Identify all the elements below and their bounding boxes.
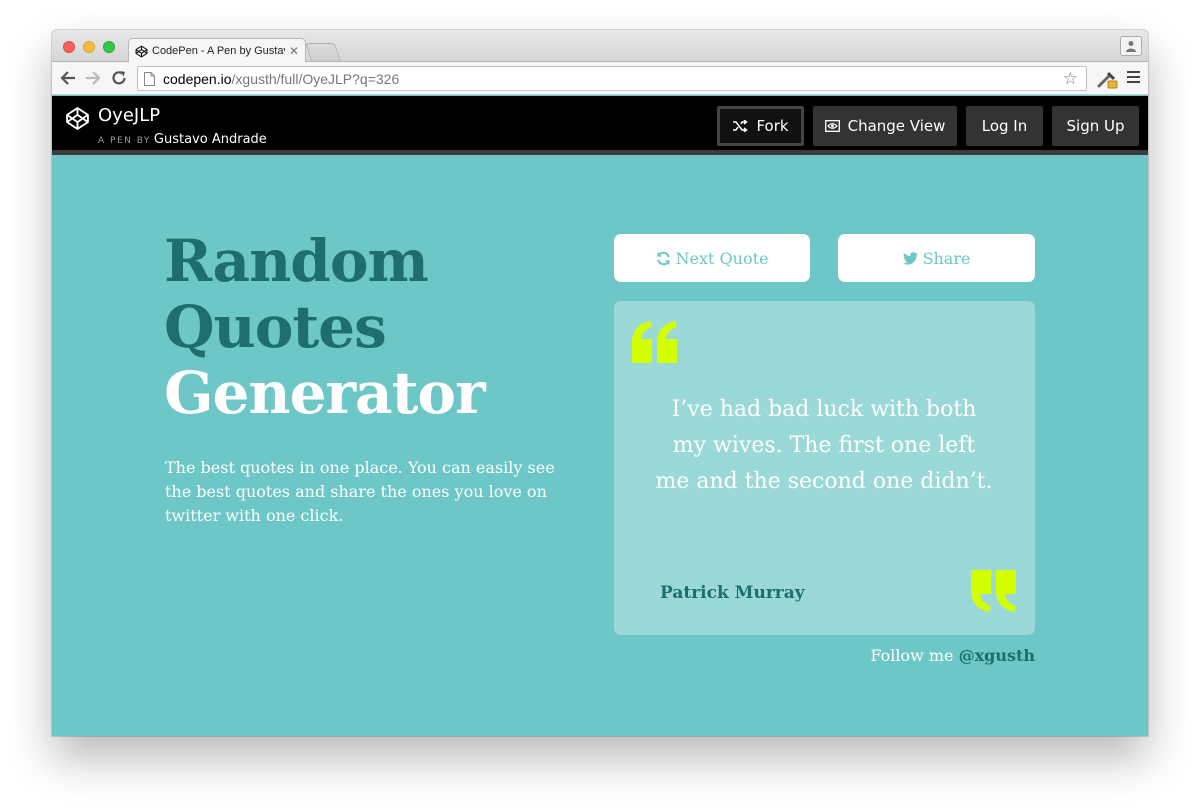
url-path: /xgusth/full/OyeJLP?q=326: [231, 70, 400, 87]
tab-strip: CodePen - A Pen by Gustavo ✕: [52, 30, 1148, 63]
url-domain: codepen.io: [163, 70, 232, 87]
author-link[interactable]: Gustavo Andrade: [154, 132, 267, 147]
pen-preview: Random Quotes Generator The best quotes …: [52, 160, 1148, 736]
close-window-button[interactable]: [63, 41, 75, 53]
signup-label: Sign Up: [1066, 117, 1125, 135]
title-line-quotes: Quotes: [164, 293, 387, 361]
quote-author: Patrick Murray: [660, 583, 805, 603]
follow-line: Follow me @xgusth: [870, 646, 1035, 665]
back-arrow-icon[interactable]: [58, 68, 78, 88]
twitter-handle-link[interactable]: @xgusth: [959, 646, 1035, 665]
fork-button[interactable]: Fork: [717, 106, 804, 146]
browser-window: CodePen - A Pen by Gustavo ✕ codepen.io/…: [52, 30, 1148, 736]
codepen-header: OyeJLP A PEN BY Gustavo Andrade Fork Chan…: [52, 96, 1148, 155]
page-title: Random Quotes Generator: [164, 227, 486, 427]
pen-title[interactable]: OyeJLP: [98, 105, 160, 126]
login-button[interactable]: Log In: [966, 106, 1043, 146]
forward-arrow-icon[interactable]: [83, 68, 103, 88]
new-tab-button[interactable]: [305, 43, 341, 61]
browser-tab[interactable]: CodePen - A Pen by Gustavo ✕: [128, 38, 306, 63]
change-view-label: Change View: [847, 117, 946, 135]
follow-prefix: Follow me: [870, 646, 954, 665]
twitter-bird-icon: [902, 251, 918, 265]
refresh-icon: [656, 251, 671, 266]
quote-text: I’ve had bad luck with both my wives. Th…: [655, 397, 993, 494]
signup-button[interactable]: Sign Up: [1052, 106, 1139, 146]
share-twitter-button[interactable]: Share: [838, 234, 1035, 282]
next-quote-label: Next Quote: [675, 248, 769, 268]
tab-title: CodePen - A Pen by Gustavo: [152, 45, 285, 57]
fork-label: Fork: [756, 117, 789, 135]
minimize-window-button[interactable]: [83, 41, 95, 53]
open-quote-icon: [632, 321, 677, 363]
tab-close-icon[interactable]: ✕: [289, 44, 299, 58]
by-label: A PEN BY: [98, 136, 151, 146]
bookmark-star-icon[interactable]: ☆: [1063, 69, 1078, 89]
fork-icon: [732, 120, 749, 132]
codepen-favicon-icon: [135, 45, 148, 57]
next-quote-button[interactable]: Next Quote: [614, 234, 810, 282]
eye-icon: [824, 120, 840, 132]
eyedropper-extension-icon[interactable]: [1096, 69, 1118, 89]
title-line-generator: Generator: [164, 359, 486, 427]
url-text: codepen.io/xgusth/full/OyeJLP?q=326: [163, 71, 399, 87]
page-description: The best quotes in one place. You can ea…: [165, 458, 555, 525]
hamburger-menu-icon[interactable]: [1127, 71, 1140, 85]
close-quote-icon: [971, 570, 1016, 612]
person-icon: [1126, 41, 1136, 52]
profile-button[interactable]: [1120, 36, 1142, 56]
page-icon: [144, 71, 155, 86]
login-label: Log In: [981, 117, 1028, 135]
codepen-logo-icon[interactable]: [65, 106, 90, 131]
address-bar[interactable]: codepen.io/xgusth/full/OyeJLP?q=326 ☆: [137, 66, 1087, 91]
reload-icon[interactable]: [109, 68, 129, 88]
quote-card: I’ve had bad luck with both my wives. Th…: [614, 301, 1035, 635]
zoom-window-button[interactable]: [103, 41, 115, 53]
title-line-random: Random: [164, 227, 429, 295]
change-view-button[interactable]: Change View: [813, 106, 957, 146]
pen-byline: A PEN BY Gustavo Andrade: [98, 132, 267, 147]
browser-toolbar: codepen.io/xgusth/full/OyeJLP?q=326 ☆: [52, 62, 1148, 95]
share-label: Share: [922, 248, 971, 268]
